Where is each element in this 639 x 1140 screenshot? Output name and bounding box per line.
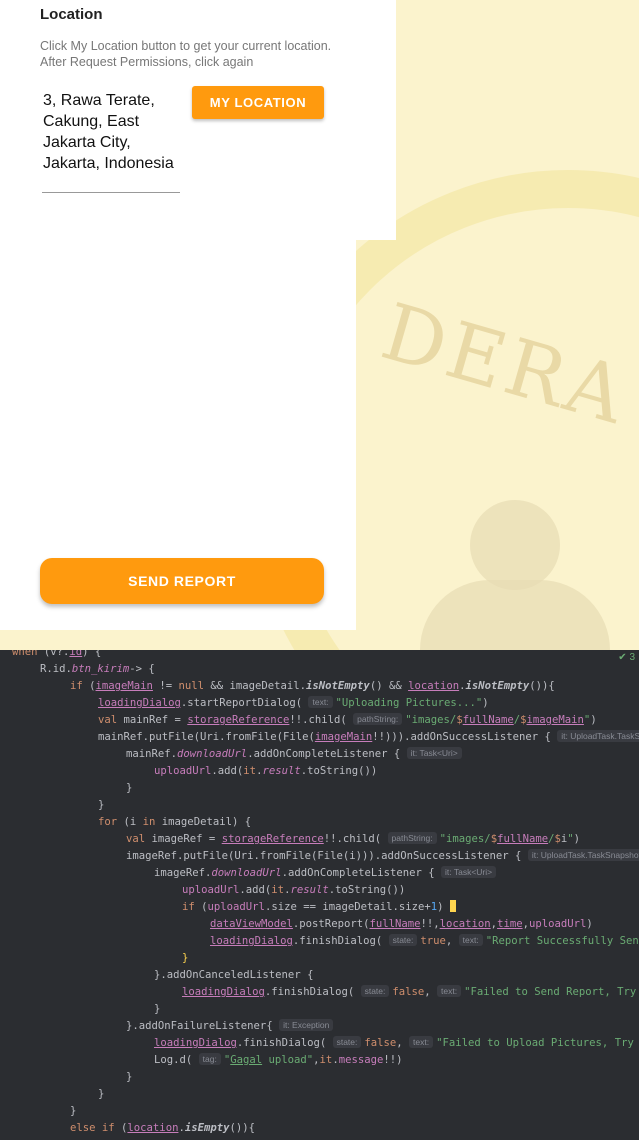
code-line: val imageRef = storageReference!!.child(… — [126, 832, 581, 845]
code-line: dataViewModel.postReport(fullName!!,loca… — [210, 918, 593, 930]
code-line: uploadUrl.add(it.result.toString()) — [154, 765, 378, 777]
app-panel-edge — [356, 0, 396, 240]
inspection-indicator[interactable]: ✔ 3 — [618, 652, 635, 663]
location-hint: Click My Location button to get your cur… — [40, 39, 332, 69]
send-report-button[interactable]: SEND REPORT — [40, 558, 324, 604]
code-line: R.id.btn_kirim-> { — [40, 663, 155, 675]
code-line: when (v?.id) { — [12, 650, 102, 658]
watermark-figure-head — [470, 500, 560, 590]
code-line: loadingDialog.startReportDialog( text: "U… — [98, 696, 489, 709]
code-line: }.addOnCanceledListener { — [154, 969, 314, 981]
code-line: } — [126, 782, 133, 794]
code-line: for (i in imageDetail) { — [98, 816, 252, 828]
code-line: mainRef.putFile(Uri.fromFile(File(imageM… — [98, 729, 639, 746]
code-line: } — [154, 1003, 161, 1015]
code-line: } — [70, 1105, 77, 1117]
code-line: }.addOnFailureListener{ it: Exception — [126, 1018, 336, 1035]
code-line: if (uploadUrl.size == imageDetail.size+1… — [182, 899, 456, 916]
code-line: loadingDialog.finishDialog( state: false,… — [182, 985, 637, 998]
my-location-button[interactable]: MY LOCATION — [192, 86, 324, 119]
code-line: Log.d( tag: "Gagal upload",it.message!!) — [154, 1053, 403, 1066]
code-line: loadingDialog.finishDialog( state: true, … — [210, 934, 639, 947]
code-line: loadingDialog.finishDialog( state: false,… — [154, 1036, 634, 1049]
location-title: Location — [40, 6, 103, 23]
address-field-underline — [42, 192, 180, 193]
code-line: imageRef.downloadUrl.addOnCompleteListen… — [154, 865, 499, 882]
code-line: uploadUrl.add(it.result.toString()) — [182, 884, 406, 896]
code-line: else if (location.isEmpty()){ — [70, 1122, 256, 1134]
code-line: } — [98, 799, 105, 811]
mobile-app-panel: Location Click My Location button to get… — [0, 0, 356, 630]
code-editor[interactable]: ✔ 3 when (v?.id) { R.id.btn_kirim-> { if… — [0, 650, 639, 1140]
code-line: } — [182, 952, 189, 964]
code-line: imageRef.putFile(Uri.fromFile(File(i))).… — [126, 848, 639, 865]
code-line: val mainRef = storageReference!!.child( … — [98, 713, 597, 726]
code-line: } — [126, 1071, 133, 1083]
address-field[interactable]: 3, Rawa Terate, Cakung, East Jakarta Cit… — [43, 90, 178, 174]
code-line: mainRef.downloadUrl.addOnCompleteListene… — [126, 746, 465, 763]
code-line: } — [98, 1088, 105, 1100]
code-line: if (imageMain != null && imageDetail.isN… — [70, 680, 555, 692]
